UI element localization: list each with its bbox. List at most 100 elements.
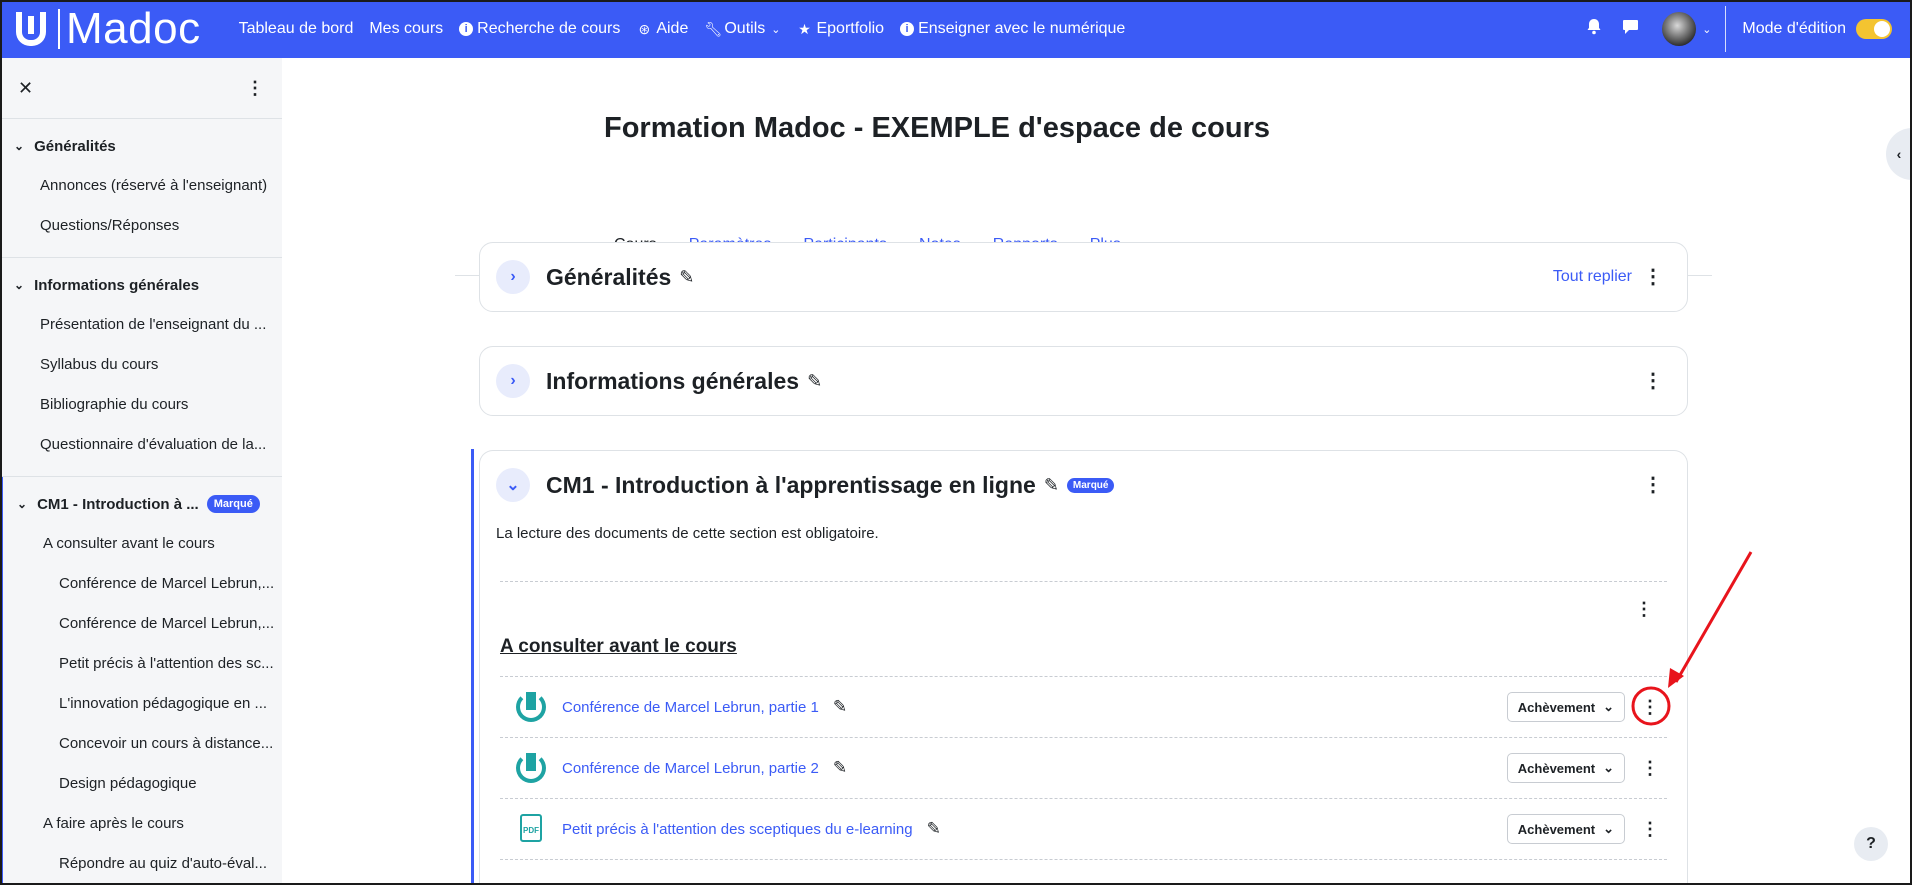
drawer-section-informations: ⌄ Informations générales Présentation de … xyxy=(0,258,282,477)
kebab-menu-icon[interactable]: ⋮ xyxy=(246,78,264,99)
section-title[interactable]: Informations générales xyxy=(546,368,799,395)
drawer-section-title[interactable]: ⌄ Généralités xyxy=(0,127,282,165)
drawer-item[interactable]: A faire après le cours xyxy=(3,803,282,843)
pencil-icon[interactable]: ✎ xyxy=(807,371,822,392)
drawer-item[interactable]: Conférence de Marcel Lebrun,... xyxy=(3,563,282,603)
drawer-item[interactable]: A consulter avant le cours xyxy=(3,523,282,563)
pencil-icon[interactable]: ✎ xyxy=(679,267,694,288)
pencil-icon[interactable]: ✎ xyxy=(833,758,847,778)
drawer-item[interactable]: Annonces (réservé à l'enseignant) xyxy=(0,165,282,205)
completion-dropdown[interactable]: Achèvement ⌄ xyxy=(1506,814,1625,844)
nav-enseigner-numerique[interactable]: i Enseigner avec le numérique xyxy=(900,20,1125,38)
activity-link[interactable]: Conférence de Marcel Lebrun, partie 1 xyxy=(562,699,819,716)
drawer-item[interactable]: Concevoir un cours à distance... xyxy=(3,723,282,763)
nav-label: Enseigner avec le numérique xyxy=(918,20,1126,37)
pencil-icon[interactable]: ✎ xyxy=(927,819,941,839)
help-button[interactable]: ? xyxy=(1854,827,1888,861)
completion-dropdown[interactable]: Achèvement ⌄ xyxy=(1506,753,1625,783)
chevron-down-icon: ⌄ xyxy=(1603,699,1614,714)
nav-label: Mes cours xyxy=(369,20,444,37)
nav-outils[interactable]: 🔧︎ Outils ⌄ xyxy=(704,20,780,38)
drawer-section-cm1: ⌄ CM1 - Introduction à ... Marqué A consul… xyxy=(0,477,282,885)
completion-label: Achèvement xyxy=(1517,699,1596,715)
drawer-item[interactable]: Présentation de l'enseignant du ... xyxy=(0,304,282,344)
dashed-divider xyxy=(500,859,1667,860)
kebab-menu-icon[interactable]: ⋮ xyxy=(1643,267,1663,287)
activity-link[interactable]: Conférence de Marcel Lebrun, partie 2 xyxy=(562,760,819,777)
navbar-divider xyxy=(1725,6,1727,52)
edit-mode-control: Mode d'édition xyxy=(1742,19,1892,39)
chevron-down-icon[interactable]: ⌄ xyxy=(17,497,27,511)
drawer-item[interactable]: Questionnaire d'évaluation de la... xyxy=(0,424,282,464)
top-navbar: Madoc Tableau de bord Mes cours i Recherc… xyxy=(0,0,1912,58)
chevron-down-icon[interactable]: ⌄ xyxy=(496,468,530,502)
kebab-menu-icon[interactable]: ⋮ xyxy=(1643,371,1663,391)
madoc-logo-icon xyxy=(16,12,48,46)
dashed-divider xyxy=(500,581,1667,582)
section-header: ⌄ CM1 - Introduction à l'apprentissage e… xyxy=(480,451,1687,519)
chevron-down-icon[interactable]: ⌄ xyxy=(14,139,24,153)
section-card-generalites: › Généralités ✎ Tout replier ⋮ xyxy=(479,242,1688,312)
avatar[interactable] xyxy=(1662,12,1697,46)
completion-dropdown[interactable]: Achèvement ⌄ xyxy=(1506,692,1625,722)
section-label: CM1 - Introduction à ... xyxy=(37,495,199,513)
url-activity-icon xyxy=(516,692,546,722)
close-icon[interactable]: ✕ xyxy=(18,78,33,99)
chevron-down-icon[interactable]: ⌄ xyxy=(14,278,24,292)
nav-label: Recherche de cours xyxy=(477,20,621,37)
kebab-menu-icon[interactable]: ⋮ xyxy=(1641,820,1659,838)
page-title: Formation Madoc - EXEMPLE d'espace de co… xyxy=(604,112,1270,144)
nav-eportfolio[interactable]: ★ Eportfolio xyxy=(796,20,884,38)
star-icon: ★ xyxy=(798,20,811,37)
pencil-icon[interactable]: ✎ xyxy=(1044,475,1059,496)
nav-mes-cours[interactable]: Mes cours xyxy=(369,20,443,38)
drawer-header: ✕ ⋮ xyxy=(0,58,282,118)
chat-icon[interactable] xyxy=(1612,19,1648,40)
highlight-badge: Marqué xyxy=(206,495,260,513)
section-card-informations: › Informations générales ✎ ⋮ xyxy=(479,346,1688,416)
chevron-down-icon: ⌄ xyxy=(1603,821,1614,836)
drawer-item[interactable]: Petit précis à l'attention des sc... xyxy=(3,643,282,683)
kebab-menu-icon[interactable]: ⋮ xyxy=(1641,759,1659,777)
highlight-badge: Marqué xyxy=(1066,477,1115,493)
url-activity-icon xyxy=(516,753,546,783)
chevron-down-icon: ⌄ xyxy=(771,23,781,36)
nav-recherche-de-cours[interactable]: i Recherche de cours xyxy=(459,20,620,38)
collapse-all-link[interactable]: Tout replier xyxy=(1553,268,1632,286)
drawer-item[interactable]: Questions/Réponses xyxy=(0,205,282,245)
drawer-item[interactable]: Répondre au quiz d'auto-éval... xyxy=(3,843,282,883)
section-label: Généralités xyxy=(34,137,116,155)
drawer-item[interactable]: L'innovation pédagogique en ... xyxy=(3,683,282,723)
lifebuoy-icon: ⊛ xyxy=(638,20,651,37)
drawer-item[interactable]: Bibliographie du cours xyxy=(0,384,282,424)
drawer-section-title[interactable]: ⌄ CM1 - Introduction à ... Marqué xyxy=(3,485,282,523)
chevron-right-icon[interactable]: › xyxy=(496,260,530,294)
nav-aide[interactable]: ⊛ Aide xyxy=(636,20,688,38)
nav-tableau-de-bord[interactable]: Tableau de bord xyxy=(239,20,354,38)
section-card-cm1: ⌄ CM1 - Introduction à l'apprentissage e… xyxy=(479,450,1688,885)
section-title[interactable]: CM1 - Introduction à l'apprentissage en … xyxy=(546,472,1036,499)
brand-logo[interactable]: Madoc xyxy=(16,0,201,58)
section-title[interactable]: Généralités xyxy=(546,264,671,291)
drawer-item[interactable]: Conférence de Marcel Lebrun,... xyxy=(3,603,282,643)
bell-icon[interactable] xyxy=(1576,18,1612,40)
chevron-left-icon[interactable]: ‹ xyxy=(1886,128,1912,180)
activity-row: Conférence de Marcel Lebrun, partie 2 ✎ … xyxy=(500,738,1669,798)
drawer-item[interactable]: Syllabus du cours xyxy=(0,344,282,384)
activity-link[interactable]: Petit précis à l'attention des sceptique… xyxy=(562,821,913,838)
pencil-icon[interactable]: ✎ xyxy=(833,697,847,717)
drawer-item[interactable]: Design pédagogique xyxy=(3,763,282,803)
nav-label: Outils xyxy=(724,20,766,37)
chevron-down-icon[interactable]: ⌄ xyxy=(1702,23,1711,36)
drawer-section-title[interactable]: ⌄ Informations générales xyxy=(0,266,282,304)
chevron-right-icon[interactable]: › xyxy=(496,364,530,398)
edit-mode-toggle[interactable] xyxy=(1856,19,1892,39)
kebab-menu-icon[interactable]: ⋮ xyxy=(1643,475,1663,495)
brand-name: Madoc xyxy=(66,4,201,53)
section-header: › Informations générales ✎ ⋮ xyxy=(480,347,1687,415)
completion-label: Achèvement xyxy=(1517,760,1596,776)
kebab-menu-icon[interactable]: ⋮ xyxy=(1635,600,1653,618)
subsection-title[interactable]: A consulter avant le cours xyxy=(500,636,737,658)
kebab-menu-icon[interactable]: ⋮ xyxy=(1641,698,1659,716)
main-content: Formation Madoc - EXEMPLE d'espace de co… xyxy=(282,58,1912,885)
